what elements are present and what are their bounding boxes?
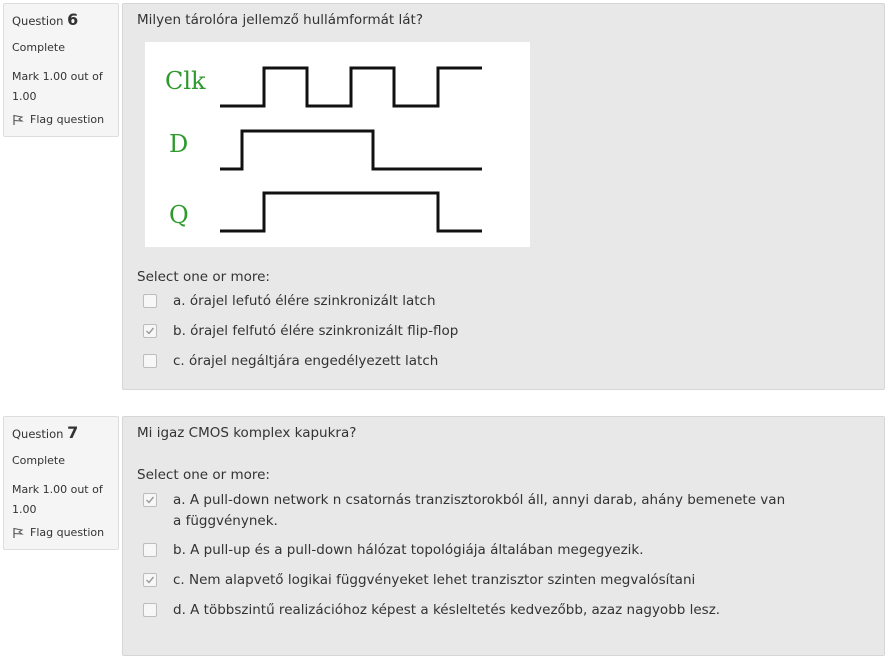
option-label: d. A többszintű realizációhoz képest a k… bbox=[173, 602, 721, 618]
question-info-7: Question 7 Complete Mark 1.00 out of 1.0… bbox=[3, 416, 119, 550]
checkmark-icon bbox=[146, 327, 155, 335]
option-checkbox[interactable] bbox=[143, 493, 157, 507]
checkmark-icon bbox=[146, 496, 155, 504]
flag-question-button[interactable]: Flag question bbox=[12, 526, 118, 539]
question-content-7: Mi igaz CMOS komplex kapukra? Select one… bbox=[122, 416, 885, 656]
answer-option-c[interactable]: c. órajel negáltjára engedélyezett latch bbox=[143, 351, 438, 372]
option-label: b. A pull-up és a pull-down hálózat topo… bbox=[173, 542, 644, 558]
option-checkbox[interactable] bbox=[143, 324, 157, 338]
option-checkbox[interactable] bbox=[143, 603, 157, 617]
question-mark: Mark 1.00 out of 1.00 bbox=[12, 70, 103, 103]
option-checkbox[interactable] bbox=[143, 573, 157, 587]
question-prefix: Question bbox=[12, 427, 64, 441]
question-number-value: 7 bbox=[67, 423, 79, 442]
question-number: Question 6 bbox=[12, 10, 118, 29]
flag-question-label: Flag question bbox=[30, 526, 105, 539]
select-instruction: Select one or more: bbox=[137, 269, 270, 285]
d-waveform bbox=[220, 129, 482, 171]
question-prefix: Question bbox=[12, 14, 64, 28]
answer-option-d[interactable]: d. A többszintű realizációhoz képest a k… bbox=[143, 600, 720, 621]
checkmark-icon bbox=[146, 576, 155, 584]
question-text: Milyen tárolóra jellemző hullámformát lá… bbox=[137, 12, 423, 28]
question-number: Question 7 bbox=[12, 423, 118, 442]
answer-option-c[interactable]: c. Nem alapvető logikai függvényeket leh… bbox=[143, 570, 695, 591]
question-info-6: Question 6 Complete Mark 1.00 out of 1.0… bbox=[3, 3, 119, 137]
q-label: Q bbox=[169, 201, 189, 229]
option-checkbox[interactable] bbox=[143, 294, 157, 308]
waveform-figure: Clk D Q bbox=[145, 42, 530, 247]
option-checkbox[interactable] bbox=[143, 543, 157, 557]
option-label: c. Nem alapvető logikai függvényeket leh… bbox=[173, 572, 696, 588]
flag-icon bbox=[13, 114, 24, 125]
question-number-value: 6 bbox=[67, 10, 79, 29]
option-checkbox[interactable] bbox=[143, 354, 157, 368]
option-label: a. A pull-down network n csatornás tranz… bbox=[173, 492, 786, 529]
question-state: Complete bbox=[12, 41, 66, 54]
clk-waveform bbox=[220, 66, 482, 108]
flag-question-button[interactable]: Flag question bbox=[12, 113, 118, 126]
flag-question-label: Flag question bbox=[30, 113, 105, 126]
answer-option-a[interactable]: a. A pull-down network n csatornás tranz… bbox=[143, 490, 793, 532]
clk-label: Clk bbox=[165, 67, 206, 95]
flag-icon bbox=[13, 527, 24, 538]
d-label: D bbox=[169, 130, 188, 158]
select-instruction: Select one or more: bbox=[137, 467, 270, 483]
option-label: b. órajel felfutó élére szinkronizált fl… bbox=[173, 323, 459, 339]
answer-option-a[interactable]: a. órajel lefutó élére szinkronizált lat… bbox=[143, 291, 436, 312]
question-content-6: Milyen tárolóra jellemző hullámformát lá… bbox=[122, 3, 885, 390]
waveform-diagram: Clk D Q bbox=[165, 66, 482, 233]
answer-option-b[interactable]: b. A pull-up és a pull-down hálózat topo… bbox=[143, 540, 644, 561]
option-label: a. órajel lefutó élére szinkronizált lat… bbox=[173, 293, 436, 309]
question-state: Complete bbox=[12, 454, 66, 467]
answer-option-b[interactable]: b. órajel felfutó élére szinkronizált fl… bbox=[143, 321, 458, 342]
option-label: c. órajel negáltjára engedélyezett latch bbox=[173, 353, 439, 369]
q-waveform bbox=[220, 191, 482, 233]
question-mark: Mark 1.00 out of 1.00 bbox=[12, 483, 103, 516]
question-text: Mi igaz CMOS komplex kapukra? bbox=[137, 425, 357, 441]
